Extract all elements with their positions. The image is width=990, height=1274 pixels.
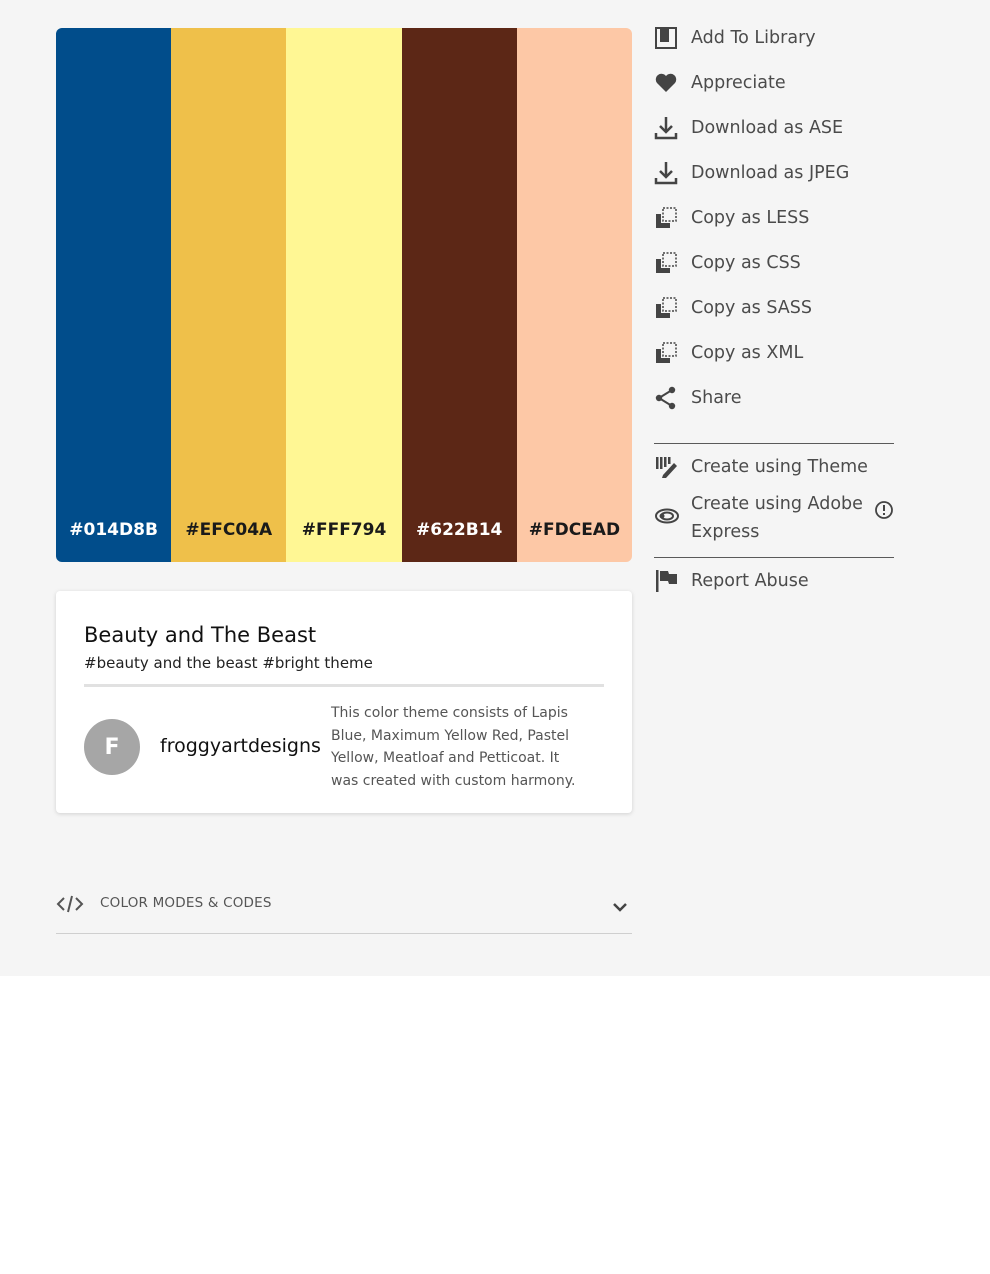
swatch-hex[interactable]: #FFF794: [302, 520, 387, 540]
share-label: Share: [691, 388, 742, 408]
divider: [84, 684, 604, 687]
download-ase-button[interactable]: Download as ASE: [654, 110, 894, 146]
copy-css-button[interactable]: Copy as CSS: [654, 245, 894, 281]
flag-icon: [654, 568, 680, 594]
copy-less-label: Copy as LESS: [691, 208, 810, 228]
appreciate-button[interactable]: Appreciate: [654, 65, 894, 101]
create-using-theme-button[interactable]: Create using Theme: [654, 449, 894, 485]
copy-icon: [654, 250, 680, 276]
avatar-initial: F: [104, 734, 120, 760]
copy-icon: [654, 205, 680, 231]
copy-css-label: Copy as CSS: [691, 253, 801, 273]
avatar[interactable]: F: [84, 719, 140, 775]
download-jpeg-label: Download as JPEG: [691, 163, 850, 183]
swatch-1[interactable]: #014D8B: [56, 28, 172, 562]
share-button[interactable]: Share: [654, 380, 894, 416]
theme-description: This color theme consists of Lapis Blue,…: [331, 705, 576, 789]
create-using-express-label: Create using Adobe Express: [691, 494, 863, 542]
swatch-3[interactable]: #FFF794: [286, 28, 402, 562]
swatch-hex[interactable]: #FDCEAD: [529, 520, 620, 540]
copy-sass-label: Copy as SASS: [691, 298, 812, 318]
create-using-theme-label: Create using Theme: [691, 457, 868, 477]
author-link[interactable]: froggyartdesigns: [160, 735, 321, 757]
color-modes-label: COLOR MODES & CODES: [100, 895, 272, 911]
theme-tags[interactable]: #beauty and the beast #bright theme: [84, 654, 373, 672]
copy-icon: [654, 295, 680, 321]
divider: [654, 443, 894, 444]
theme-title: Beauty and The Beast: [84, 623, 317, 647]
swatch-5[interactable]: #FDCEAD: [516, 28, 632, 562]
report-abuse-label: Report Abuse: [691, 571, 809, 591]
swatch-hex[interactable]: #014D8B: [69, 520, 158, 540]
swatch-4[interactable]: #622B14: [401, 28, 517, 562]
creative-cloud-icon: [654, 503, 680, 529]
share-icon: [654, 385, 680, 411]
info-icon[interactable]: [874, 500, 894, 524]
palette-pen-icon: [654, 454, 680, 480]
swatch-hex[interactable]: #EFC04A: [185, 520, 272, 540]
appreciate-label: Appreciate: [691, 73, 786, 93]
library-icon: [654, 25, 680, 51]
download-icon: [654, 160, 680, 186]
divider: [654, 557, 894, 558]
add-to-library-button[interactable]: Add To Library: [654, 20, 894, 56]
download-jpeg-button[interactable]: Download as JPEG: [654, 155, 894, 191]
copy-xml-label: Copy as XML: [691, 343, 804, 363]
theme-info-card: Beauty and The Beast #beauty and the bea…: [56, 591, 632, 813]
copy-xml-button[interactable]: Copy as XML: [654, 335, 894, 371]
heart-icon: [654, 70, 680, 96]
add-to-library-label: Add To Library: [691, 28, 816, 48]
copy-icon: [654, 340, 680, 366]
color-modes-accordion[interactable]: COLOR MODES & CODES: [56, 885, 632, 934]
download-ase-label: Download as ASE: [691, 118, 844, 138]
copy-less-button[interactable]: Copy as LESS: [654, 200, 894, 236]
swatch-2[interactable]: #EFC04A: [171, 28, 287, 562]
swatch-hex[interactable]: #622B14: [416, 520, 502, 540]
chevron-down-icon[interactable]: [612, 898, 628, 917]
color-palette: #014D8B #EFC04A #FFF794 #622B14 #FDCEAD: [56, 28, 632, 562]
report-abuse-button[interactable]: Report Abuse: [654, 563, 894, 599]
download-icon: [654, 115, 680, 141]
copy-sass-button[interactable]: Copy as SASS: [654, 290, 894, 326]
create-using-express-button[interactable]: Create using Adobe Express: [654, 494, 894, 542]
code-icon: [56, 894, 84, 918]
